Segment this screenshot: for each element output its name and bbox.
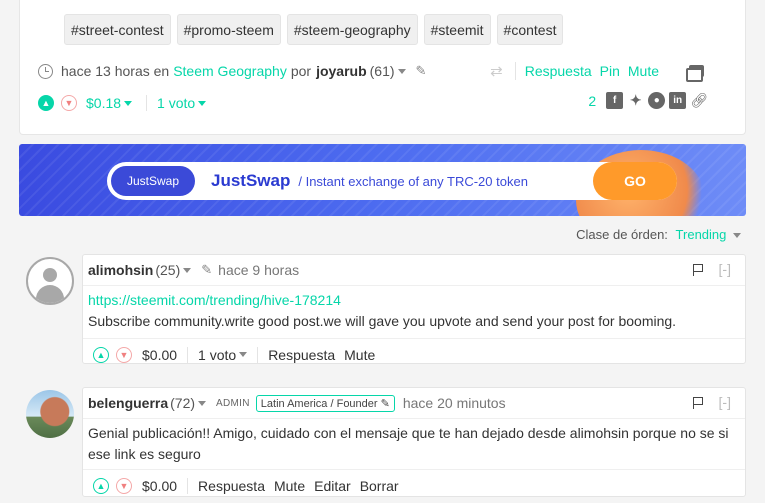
tag-list: #street-contest #promo-steem #steem-geog…: [64, 14, 564, 45]
reply-button[interactable]: Respuesta: [198, 478, 265, 494]
mute-button[interactable]: Mute: [344, 347, 375, 363]
vote-count[interactable]: 1 voto: [157, 95, 195, 111]
delete-button[interactable]: Borrar: [360, 478, 399, 494]
comment-reputation: (25): [155, 262, 181, 278]
post-meta: hace 13 horas en Steem Geography por joy…: [38, 60, 728, 82]
avatar[interactable]: [26, 257, 74, 305]
tag[interactable]: #contest: [496, 14, 564, 45]
vote-count[interactable]: 1 voto: [198, 347, 236, 363]
author-menu-chevron-icon[interactable]: [198, 400, 207, 406]
divider: [257, 346, 259, 363]
votes-chevron-icon[interactable]: [239, 352, 248, 357]
share-count: 2: [588, 92, 597, 109]
comment-text: Genial publicación!! Amigo, cuidado con …: [88, 425, 729, 462]
by-label: por: [290, 63, 312, 79]
justswap-logo: JustSwap: [111, 166, 195, 196]
author-menu-chevron-icon[interactable]: [183, 267, 192, 273]
flag-icon[interactable]: [693, 397, 703, 409]
author-reputation: (61): [369, 63, 395, 79]
upvote-icon[interactable]: ▲: [93, 346, 109, 363]
tag[interactable]: #steemit: [423, 14, 491, 45]
author-menu-chevron-icon[interactable]: [397, 68, 406, 74]
go-button[interactable]: GO: [593, 162, 677, 200]
tag[interactable]: #street-contest: [64, 14, 171, 45]
pencil-icon: ✎: [415, 63, 427, 78]
downvote-icon[interactable]: ▼: [116, 346, 132, 363]
pin-button[interactable]: Pin: [600, 63, 620, 79]
comment-payout[interactable]: $0.00: [142, 347, 177, 363]
clock-icon: [38, 63, 53, 79]
avatar[interactable]: [26, 390, 74, 438]
post-payout[interactable]: $0.18: [86, 95, 121, 111]
pencil-icon: ✎: [201, 262, 213, 277]
divider: [187, 477, 189, 494]
payout-chevron-icon[interactable]: [124, 100, 133, 106]
share-bar: 2 f ✦ ● in 🔗︎: [588, 92, 708, 109]
comment-author[interactable]: alimohsin: [88, 262, 153, 278]
comment-body: Genial publicación!! Amigo, cuidado con …: [83, 419, 745, 465]
reply-button[interactable]: Respuesta: [525, 63, 592, 79]
community-link[interactable]: Steem Geography: [173, 63, 287, 79]
downvote-icon[interactable]: ▼: [116, 477, 132, 494]
collapse-button[interactable]: [-]: [719, 394, 731, 410]
comment-text: Subscribe community.write good post.we w…: [88, 313, 677, 329]
comment-header: belenguerra (72) ADMIN Latin America / F…: [83, 388, 745, 419]
mute-button[interactable]: Mute: [274, 478, 305, 494]
divider: [146, 95, 148, 111]
comment-footer: ▲ ▼ $0.00 Respuesta Mute Editar Borrar: [83, 469, 745, 501]
comment-card: belenguerra (72) ADMIN Latin America / F…: [82, 387, 746, 497]
sort-label: Clase de órden:: [576, 227, 668, 242]
post-actions: ⇄ Respuesta Pin Mute: [490, 60, 704, 82]
comment-time[interactable]: hace 20 minutos: [403, 395, 506, 411]
comment-footer: ▲ ▼ $0.00 1 voto Respuesta Mute: [83, 338, 745, 370]
comments-icon[interactable]: [686, 65, 704, 82]
post-time: hace 13 horas en: [61, 63, 170, 79]
linkedin-icon[interactable]: in: [669, 92, 687, 109]
facebook-icon[interactable]: f: [606, 92, 624, 109]
author-link[interactable]: joyarub: [316, 63, 367, 79]
upvote-icon[interactable]: ▲: [38, 95, 54, 111]
twitter-icon[interactable]: ✦: [627, 92, 644, 109]
sort-chevron-icon[interactable]: [733, 233, 741, 239]
edit-button[interactable]: Editar: [314, 478, 351, 494]
comment-body: https://steemit.com/trending/hive-178214…: [83, 286, 745, 332]
comment-card: alimohsin (25) ✎ hace 9 horas [-] https:…: [82, 254, 746, 364]
divider: [187, 346, 189, 363]
divider: [514, 62, 516, 80]
comment-time[interactable]: hace 9 horas: [218, 262, 299, 278]
comment-link[interactable]: https://steemit.com/trending/hive-178214: [88, 292, 341, 308]
community-title-badge: Latin America / Founder ✎: [255, 394, 395, 412]
tag[interactable]: #steem-geography: [286, 14, 418, 45]
reply-button[interactable]: Respuesta: [268, 347, 335, 363]
sort-selector[interactable]: Clase de órden: Trending: [576, 227, 741, 242]
reddit-icon[interactable]: ●: [648, 92, 666, 109]
banner-pill: JustSwap JustSwap / Instant exchange of …: [107, 162, 677, 200]
flag-icon[interactable]: [693, 264, 703, 276]
admin-role-label: ADMIN: [216, 397, 250, 409]
banner-title: JustSwap: [211, 171, 291, 190]
banner-subtitle: / Instant exchange of any TRC-20 token: [298, 173, 528, 189]
upvote-icon[interactable]: ▲: [93, 477, 109, 494]
collapse-button[interactable]: [-]: [719, 261, 731, 277]
post-vote-row: ▲ ▼ $0.18 1 voto 2 f ✦ ● in 🔗︎: [38, 92, 728, 114]
comment-reputation: (72): [170, 395, 196, 411]
badge-text: Latin America / Founder: [260, 397, 378, 410]
pencil-icon[interactable]: ✎: [381, 398, 390, 410]
justswap-banner[interactable]: JustSwap JustSwap / Instant exchange of …: [19, 144, 746, 216]
comment-payout[interactable]: $0.00: [142, 478, 177, 494]
post-card: #street-contest #promo-steem #steem-geog…: [19, 0, 746, 135]
mute-button[interactable]: Mute: [628, 63, 659, 79]
comment-header: alimohsin (25) ✎ hace 9 horas [-]: [83, 255, 745, 286]
tag[interactable]: #promo-steem: [176, 14, 281, 45]
sort-value[interactable]: Trending: [676, 227, 727, 242]
reblog-icon[interactable]: ⇄: [490, 62, 503, 80]
votes-chevron-icon[interactable]: [198, 100, 207, 106]
comment-author[interactable]: belenguerra: [88, 395, 168, 411]
link-icon[interactable]: 🔗︎: [690, 92, 708, 109]
downvote-icon[interactable]: ▼: [61, 95, 77, 111]
